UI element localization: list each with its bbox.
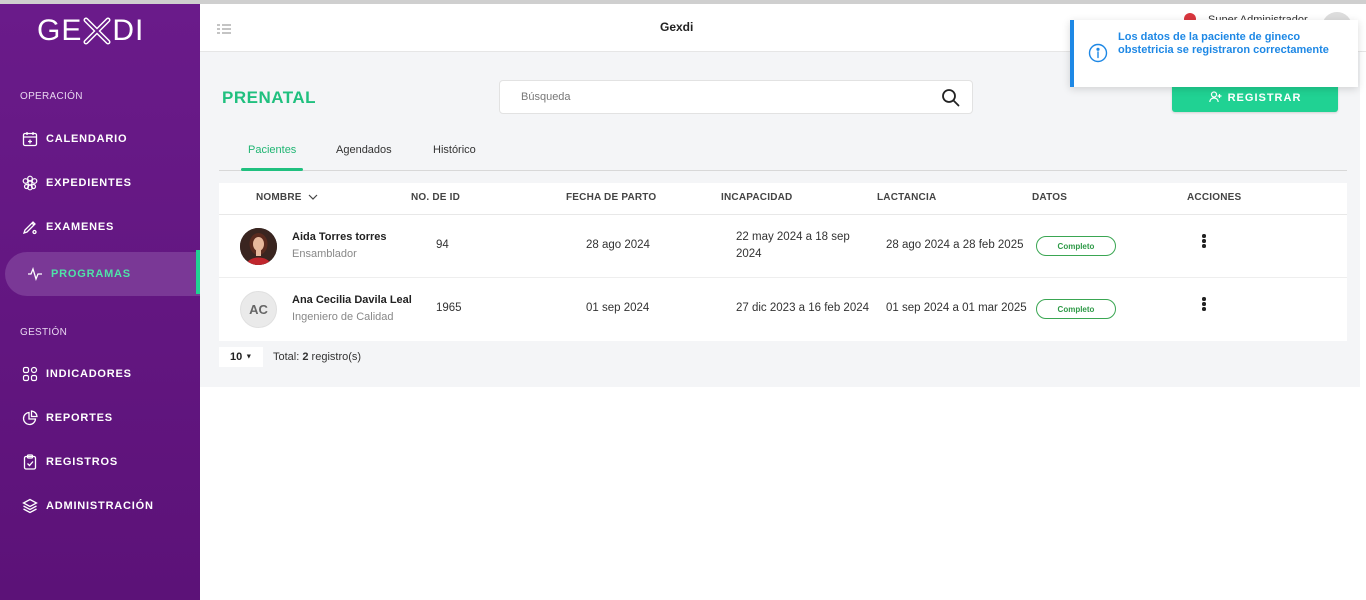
total-suffix: registro(s) [308,351,362,363]
pen-tool-icon [22,219,38,235]
patient-avatar-photo [240,228,277,265]
column-header-id: NO. DE ID [411,192,461,203]
patient-name[interactable]: Ana Cecilia Davila Leal [292,294,412,306]
table-row[interactable]: AC Ana Cecilia Davila Leal Ingeniero de … [219,278,1347,341]
toast-message: Los datos de la paciente de gineco obste… [1118,31,1329,56]
column-header-incapacidad: INCAPACIDAD [721,192,793,203]
activity-icon [27,266,43,282]
status-badge: Completo [1036,299,1116,319]
clipboard-check-icon [22,454,38,470]
sidebar-item-label: EXAMENES [46,221,115,233]
register-button[interactable]: REGISTRAR [1172,84,1338,112]
register-button-label: REGISTRAR [1227,92,1302,104]
patients-table: NOMBRE NO. DE ID FECHA DE PARTO INCAPACI… [219,183,1347,341]
layers-icon [22,498,38,514]
search-box [499,80,973,114]
column-header-label: NOMBRE [256,192,302,203]
calendar-icon [22,131,38,147]
page-title: PRENATAL [222,88,317,107]
status-badge: Completo [1036,236,1116,256]
toast-notification[interactable]: Los datos de la paciente de gineco obste… [1070,20,1358,87]
incapacity-range-line2: 2024 [736,248,762,260]
patient-avatar-initials: AC [240,291,277,328]
patient-role: Ensamblador [292,248,357,260]
sidebar: GE DI OPERACIÓN CALENDARIO EXPEDIENTES E… [0,4,200,600]
table-header: NOMBRE NO. DE ID FECHA DE PARTO INCAPACI… [219,183,1347,215]
tab-pacientes[interactable]: Pacientes [248,144,296,156]
tab-agendados[interactable]: Agendados [336,144,392,156]
sidebar-item-registros[interactable]: REGISTROS [0,440,200,484]
sidebar-item-reportes[interactable]: REPORTES [0,396,200,440]
gexdi-logo: GE DI [37,14,144,48]
app-title: Gexdi [660,20,694,34]
active-tab-underline [241,168,303,171]
search-icon[interactable] [941,88,960,107]
page-size-select[interactable]: 10 ▼ [219,347,263,367]
sidebar-item-label: REPORTES [46,412,113,424]
incapacity-range-line1: 22 may 2024 a 18 sep [736,231,850,243]
sidebar-item-administracion[interactable]: ADMINISTRACIÓN [0,484,200,528]
section-label-operacion: OPERACIÓN [20,91,83,102]
birth-date: 28 ago 2024 [586,239,650,251]
more-actions-icon[interactable] [1199,297,1209,313]
logo-mark-icon [83,17,111,45]
pie-chart-icon [22,410,38,426]
column-header-acciones: ACCIONES [1187,192,1242,203]
add-user-icon [1208,90,1222,106]
section-label-gestion: GESTIÓN [20,327,68,338]
caret-down-icon: ▼ [245,353,253,361]
sidebar-item-label: EXPEDIENTES [46,177,132,189]
sidebar-item-label: PROGRAMAS [51,268,131,280]
patient-id: 1965 [436,302,462,314]
patient-name[interactable]: Aida Torres torres [292,231,387,243]
logo-text-suffix: DI [112,14,145,47]
lactation-range: 01 sep 2024 a 01 mar 2025 [886,302,1027,314]
column-header-nombre[interactable]: NOMBRE [256,192,318,203]
tabs: Pacientes Agendados Histórico [219,138,1347,171]
more-actions-icon[interactable] [1199,234,1209,250]
sidebar-item-expedientes[interactable]: EXPEDIENTES [0,161,200,205]
birth-date: 01 sep 2024 [586,302,650,314]
patient-role: Ingeniero de Calidad [292,311,394,323]
total-prefix: Total: [273,351,303,363]
logo-text-prefix: GE [37,14,83,47]
flower-icon [22,175,38,191]
sidebar-item-indicadores[interactable]: INDICADORES [0,352,200,396]
table-row[interactable]: Aida Torres torres Ensamblador 94 28 ago… [219,215,1347,278]
patient-id: 94 [436,239,449,251]
sidebar-item-label: ADMINISTRACIÓN [46,500,154,512]
column-header-lactancia: LACTANCIA [877,192,937,203]
menu-toggle-icon[interactable] [216,22,232,36]
sidebar-item-label: CALENDARIO [46,133,128,145]
column-header-datos: DATOS [1032,192,1068,203]
sidebar-item-examenes[interactable]: EXAMENES [0,205,200,249]
search-input[interactable] [521,91,921,103]
page-size-value: 10 [230,351,243,363]
sidebar-item-label: REGISTROS [46,456,118,468]
chevron-down-icon [308,192,318,203]
grid-icon [22,366,38,382]
lactation-range: 28 ago 2024 a 28 feb 2025 [886,239,1024,251]
page-edge [1360,52,1366,387]
total-records: Total: 2 registro(s) [273,351,361,363]
sidebar-item-calendario[interactable]: CALENDARIO [0,117,200,161]
column-header-fecha-parto: FECHA DE PARTO [566,192,657,203]
sidebar-item-label: INDICADORES [46,368,132,380]
incapacity-range: 27 dic 2023 a 16 feb 2024 [736,302,870,314]
tab-historico[interactable]: Histórico [433,144,476,156]
info-icon [1088,43,1108,63]
sidebar-item-programas[interactable]: PROGRAMAS [5,252,200,296]
